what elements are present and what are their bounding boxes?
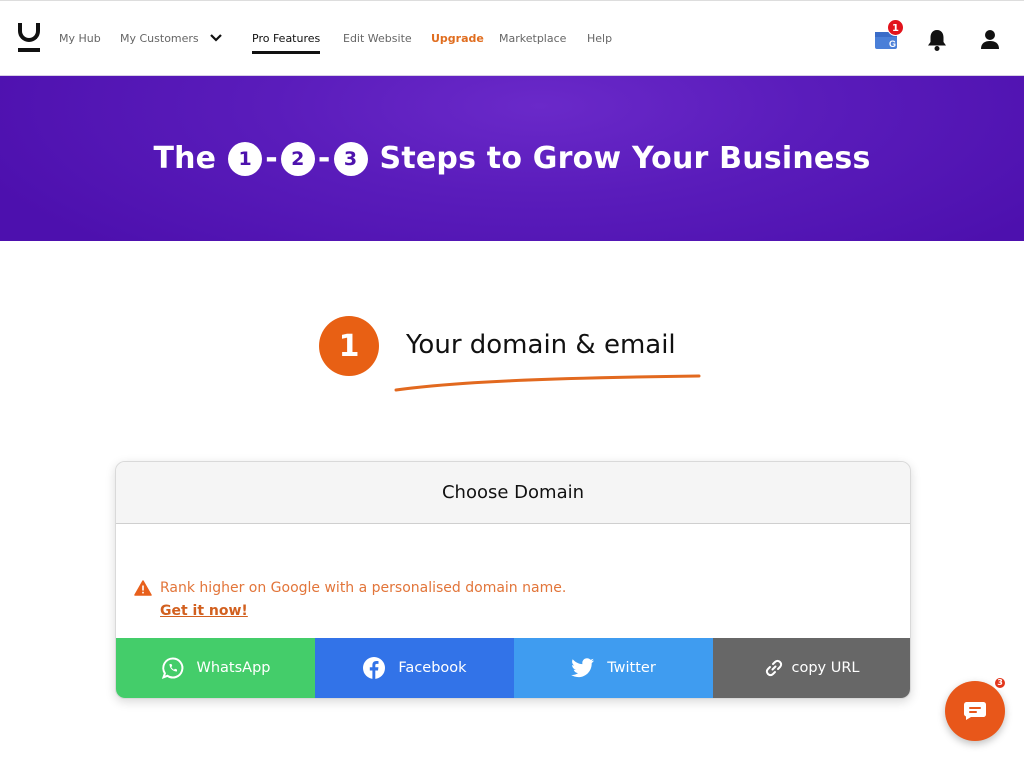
- logo-icon[interactable]: [18, 23, 40, 53]
- facebook-icon: [363, 657, 386, 679]
- chat-launcher-button[interactable]: [945, 681, 1005, 741]
- hero-title-suffix: Steps to Grow Your Business: [379, 141, 871, 176]
- chat-icon: [964, 702, 986, 720]
- nav-upgrade[interactable]: Upgrade: [431, 32, 484, 45]
- nav-help[interactable]: Help: [587, 32, 612, 45]
- card-title: Choose Domain: [116, 462, 910, 524]
- chevron-down-icon[interactable]: [209, 31, 223, 45]
- hero-separator: -: [317, 141, 331, 176]
- nav-my-hub[interactable]: My Hub: [59, 32, 101, 45]
- hero-title-prefix: The: [153, 141, 217, 176]
- copy-url-label: copy URL: [791, 660, 860, 676]
- choose-domain-card: Choose Domain Rank higher on Google with…: [115, 461, 911, 699]
- copy-url-button[interactable]: copy URL: [713, 638, 910, 698]
- warning-icon: [134, 580, 152, 596]
- step-number-badge: 1: [319, 316, 379, 376]
- facebook-share-button[interactable]: Facebook: [315, 638, 514, 698]
- nav-marketplace[interactable]: Marketplace: [499, 32, 566, 45]
- hero-separator: -: [265, 141, 278, 176]
- whatsapp-label: WhatsApp: [196, 660, 271, 676]
- bell-icon[interactable]: [926, 28, 948, 52]
- top-navigation: My Hub My Customers Pro Features Edit We…: [0, 0, 1024, 76]
- twitter-icon: [571, 658, 595, 678]
- user-icon[interactable]: [979, 29, 1001, 49]
- hero-title: The 1 - 2 - 3 Steps to Grow Your Busines…: [0, 76, 1024, 241]
- get-it-now-link[interactable]: Get it now!: [160, 603, 248, 619]
- chat-unread-badge: 3: [993, 676, 1007, 690]
- warning-text: Rank higher on Google with a personalise…: [160, 580, 567, 596]
- twitter-share-button[interactable]: Twitter: [514, 638, 713, 698]
- hero-step-3: 3: [333, 141, 368, 176]
- svg-text:G: G: [889, 39, 896, 49]
- share-bar: WhatsApp Facebook Twitter copy URL: [116, 638, 910, 698]
- hero-step-1: 1: [228, 141, 263, 176]
- underline-swoosh: [394, 374, 701, 392]
- facebook-label: Facebook: [398, 660, 467, 676]
- whatsapp-icon: [161, 657, 183, 679]
- link-icon: [766, 659, 783, 677]
- nav-my-customers[interactable]: My Customers: [120, 32, 199, 45]
- hero-banner: The 1 - 2 - 3 Steps to Grow Your Busines…: [0, 76, 1024, 241]
- nav-pro-features[interactable]: Pro Features: [252, 32, 321, 54]
- section-title: Your domain & email: [406, 330, 676, 360]
- domain-warning: Rank higher on Google with a personalise…: [134, 579, 566, 597]
- twitter-label: Twitter: [607, 660, 656, 676]
- notification-badge: 1: [887, 19, 904, 36]
- hero-step-2: 2: [280, 141, 315, 176]
- whatsapp-share-button[interactable]: WhatsApp: [116, 638, 315, 698]
- nav-edit-website[interactable]: Edit Website: [343, 32, 412, 45]
